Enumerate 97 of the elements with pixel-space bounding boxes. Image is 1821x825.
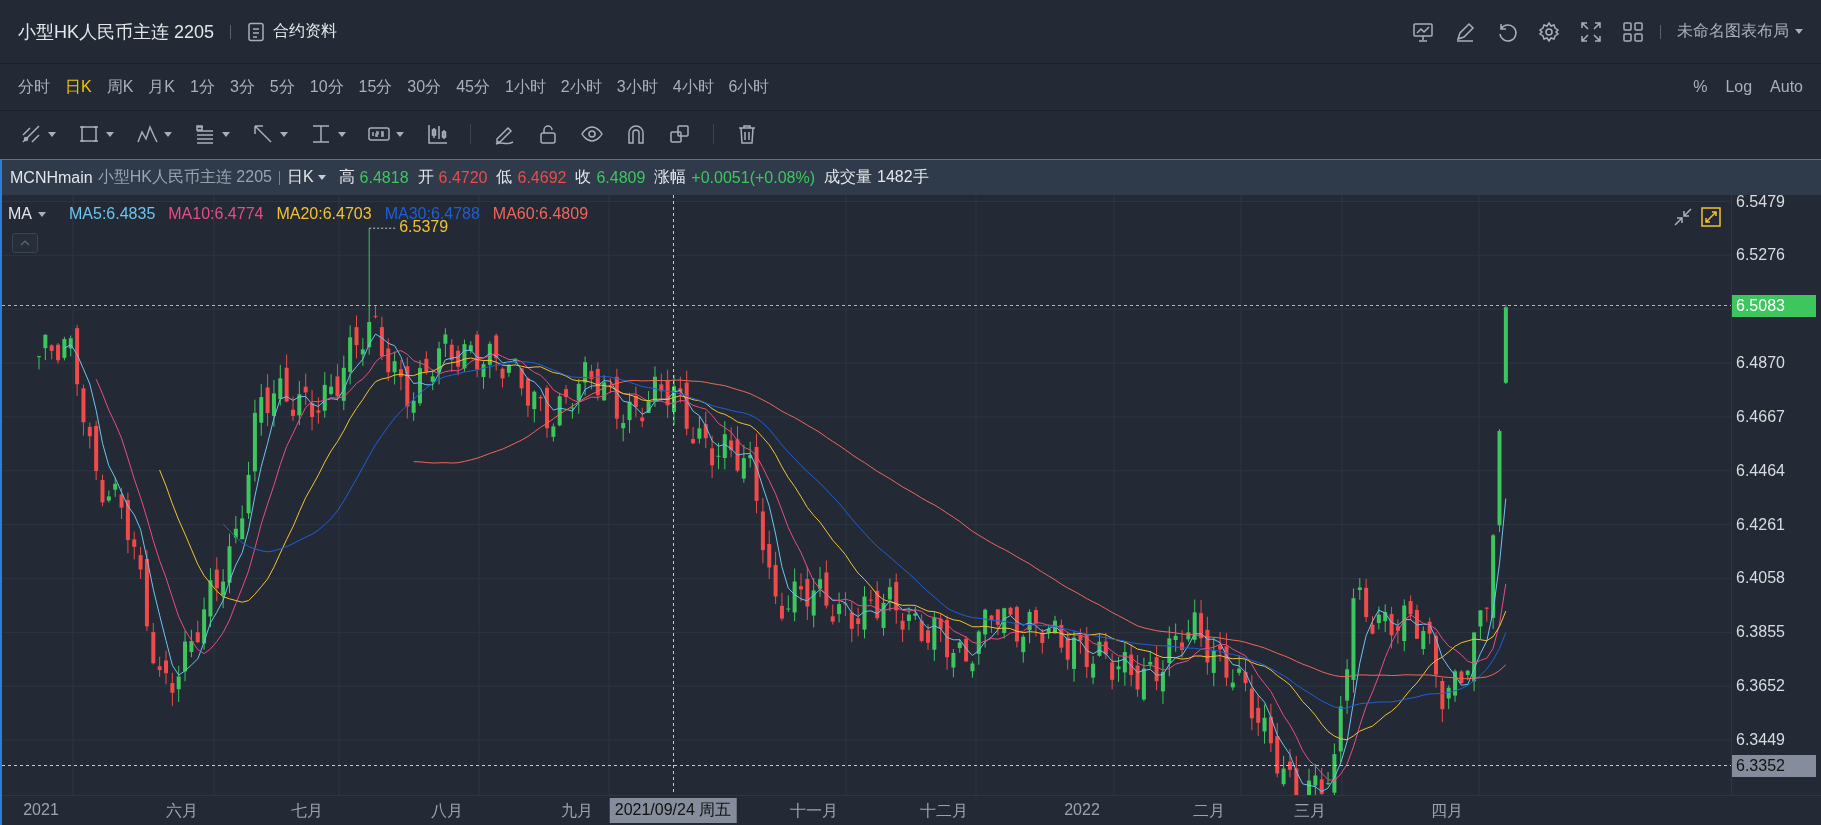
caret-icon (338, 131, 346, 137)
price-axis-label: 6.4058 (1736, 569, 1785, 588)
quote-value: +0.0051(+0.08%) (691, 168, 815, 187)
timeframe-tab[interactable]: 3小时 (616, 76, 658, 98)
last-price-label: 6.5083 (1732, 294, 1816, 317)
timeframe-tab[interactable]: 日K (65, 76, 92, 98)
indicator-selector[interactable]: MA (8, 205, 46, 223)
eye-icon[interactable] (581, 123, 603, 145)
chart-monitor-icon[interactable] (1412, 20, 1434, 43)
lock-icon[interactable] (537, 123, 559, 145)
scale-option[interactable]: Log (1725, 78, 1753, 96)
collapse-arrows-icon[interactable] (1673, 207, 1693, 227)
timeframe-tab[interactable]: 2小时 (560, 76, 602, 98)
moving-average-value: MA60:6.4809 (492, 205, 589, 223)
crosshair-date-label: 2021/09/24 周五 (609, 798, 737, 823)
measure-icon[interactable] (310, 123, 332, 145)
trash-icon[interactable] (736, 123, 758, 145)
quote-value: 6.4720 (438, 168, 488, 187)
price-axis-label: 6.5276 (1736, 246, 1785, 265)
pattern-icon[interactable] (136, 123, 158, 145)
arrow-icon[interactable] (252, 123, 274, 145)
price-axis-label: 6.4464 (1736, 461, 1785, 480)
document-icon[interactable] (247, 21, 266, 42)
moving-average-value: MA10:6.4774 (168, 205, 264, 223)
timeframe-tab[interactable]: 10分 (309, 76, 344, 98)
timeframe-tab[interactable]: 30分 (407, 76, 442, 98)
time-axis-label: 七月 (291, 801, 323, 821)
timeframe-tab[interactable]: 1小时 (504, 76, 546, 98)
timeframe-tab[interactable]: 月K (148, 76, 175, 98)
price-axis-label: 6.4667 (1736, 407, 1785, 426)
caret-icon (48, 131, 56, 137)
fullscreen-icon[interactable] (1580, 20, 1602, 43)
quote-value: 6.4809 (596, 168, 646, 187)
price-axis-label: 6.3449 (1736, 731, 1785, 749)
layers-icon[interactable] (669, 123, 691, 145)
period-selector[interactable]: 日K (286, 167, 326, 188)
contract-info-button[interactable]: 合约资料 (247, 21, 338, 42)
quote-label: 高 (338, 167, 355, 187)
caret-icon (38, 211, 46, 217)
candles-icon[interactable] (426, 123, 448, 145)
instrument-title: 小型HK人民币主连 2205 (18, 20, 215, 44)
timeframe-tab[interactable]: 3分 (229, 76, 255, 98)
time-axis-label: 2022 (1064, 801, 1100, 819)
quote-value: 6.4818 (359, 168, 409, 187)
price-axis-label: 6.4870 (1736, 354, 1785, 373)
timeframe-tab[interactable]: 分时 (18, 76, 50, 98)
chevron-up-icon (20, 240, 30, 246)
price-axis-label: 6.3855 (1736, 623, 1785, 642)
caret-icon (317, 175, 326, 180)
timeframe-tab[interactable]: 6小时 (728, 76, 770, 98)
rectangle-icon[interactable] (78, 123, 100, 145)
symbol-code: MCNHmain (10, 168, 93, 187)
leader-line (368, 227, 398, 229)
caret-icon (106, 131, 114, 137)
timeframe-tab[interactable]: 周K (106, 76, 134, 98)
timeframe-tab[interactable]: 5分 (269, 76, 295, 98)
timeframe-tab[interactable]: 1分 (190, 76, 215, 98)
price-axis-label: 6.4261 (1736, 515, 1785, 534)
timeframe-tab[interactable]: 4小时 (672, 76, 714, 98)
time-axis-label: 八月 (431, 801, 463, 821)
scale-option[interactable]: Auto (1770, 78, 1803, 96)
settings-icon[interactable] (1538, 20, 1560, 43)
quote-label: 涨幅 (654, 167, 687, 187)
price-axis-label: 6.3652 (1736, 677, 1785, 696)
time-axis-label: 二月 (1193, 801, 1225, 821)
time-axis-label: 十一月 (790, 801, 838, 821)
caret-icon (164, 131, 172, 137)
caret-icon (1795, 29, 1803, 34)
grid-layout-icon[interactable] (1622, 20, 1644, 43)
edit-icon[interactable] (1454, 20, 1476, 43)
crosshair-price-label: 6.3352 (1732, 754, 1816, 777)
caret-icon (396, 131, 404, 137)
moving-average-value: MA20:6.4703 (276, 205, 372, 223)
time-axis-label: 九月 (561, 801, 593, 821)
moving-average-value: MA5:6.4835 (69, 205, 156, 223)
instrument-name: 小型HK人民币主连 2205 (97, 167, 272, 187)
quote-label: 开 (417, 167, 434, 187)
expand-icon[interactable] (1701, 207, 1721, 227)
quote-value: 1482手 (877, 167, 929, 187)
quote-value: 6.4692 (517, 168, 567, 187)
quote-label: 收 (575, 167, 592, 187)
time-axis-label: 2021 (23, 801, 59, 819)
layout-menu[interactable]: 未命名图表布局 (1677, 21, 1803, 42)
time-axis-label: 三月 (1294, 801, 1326, 821)
time-axis-label: 十二月 (920, 801, 968, 821)
magnet-icon[interactable] (625, 123, 647, 145)
quote-label: 低 (496, 167, 513, 187)
timeframe-tab[interactable]: 15分 (358, 76, 393, 98)
caret-icon (222, 131, 230, 137)
caret-icon (280, 131, 288, 137)
quote-label: 成交量 (824, 167, 872, 187)
trend-lines-icon[interactable] (20, 123, 42, 145)
price-axis-label: 6.5479 (1736, 192, 1785, 211)
time-axis-label: 六月 (166, 801, 198, 821)
scale-option[interactable]: % (1693, 78, 1708, 96)
time-axis-label: 四月 (1431, 801, 1463, 821)
timeframe-tab[interactable]: 45分 (456, 76, 490, 98)
